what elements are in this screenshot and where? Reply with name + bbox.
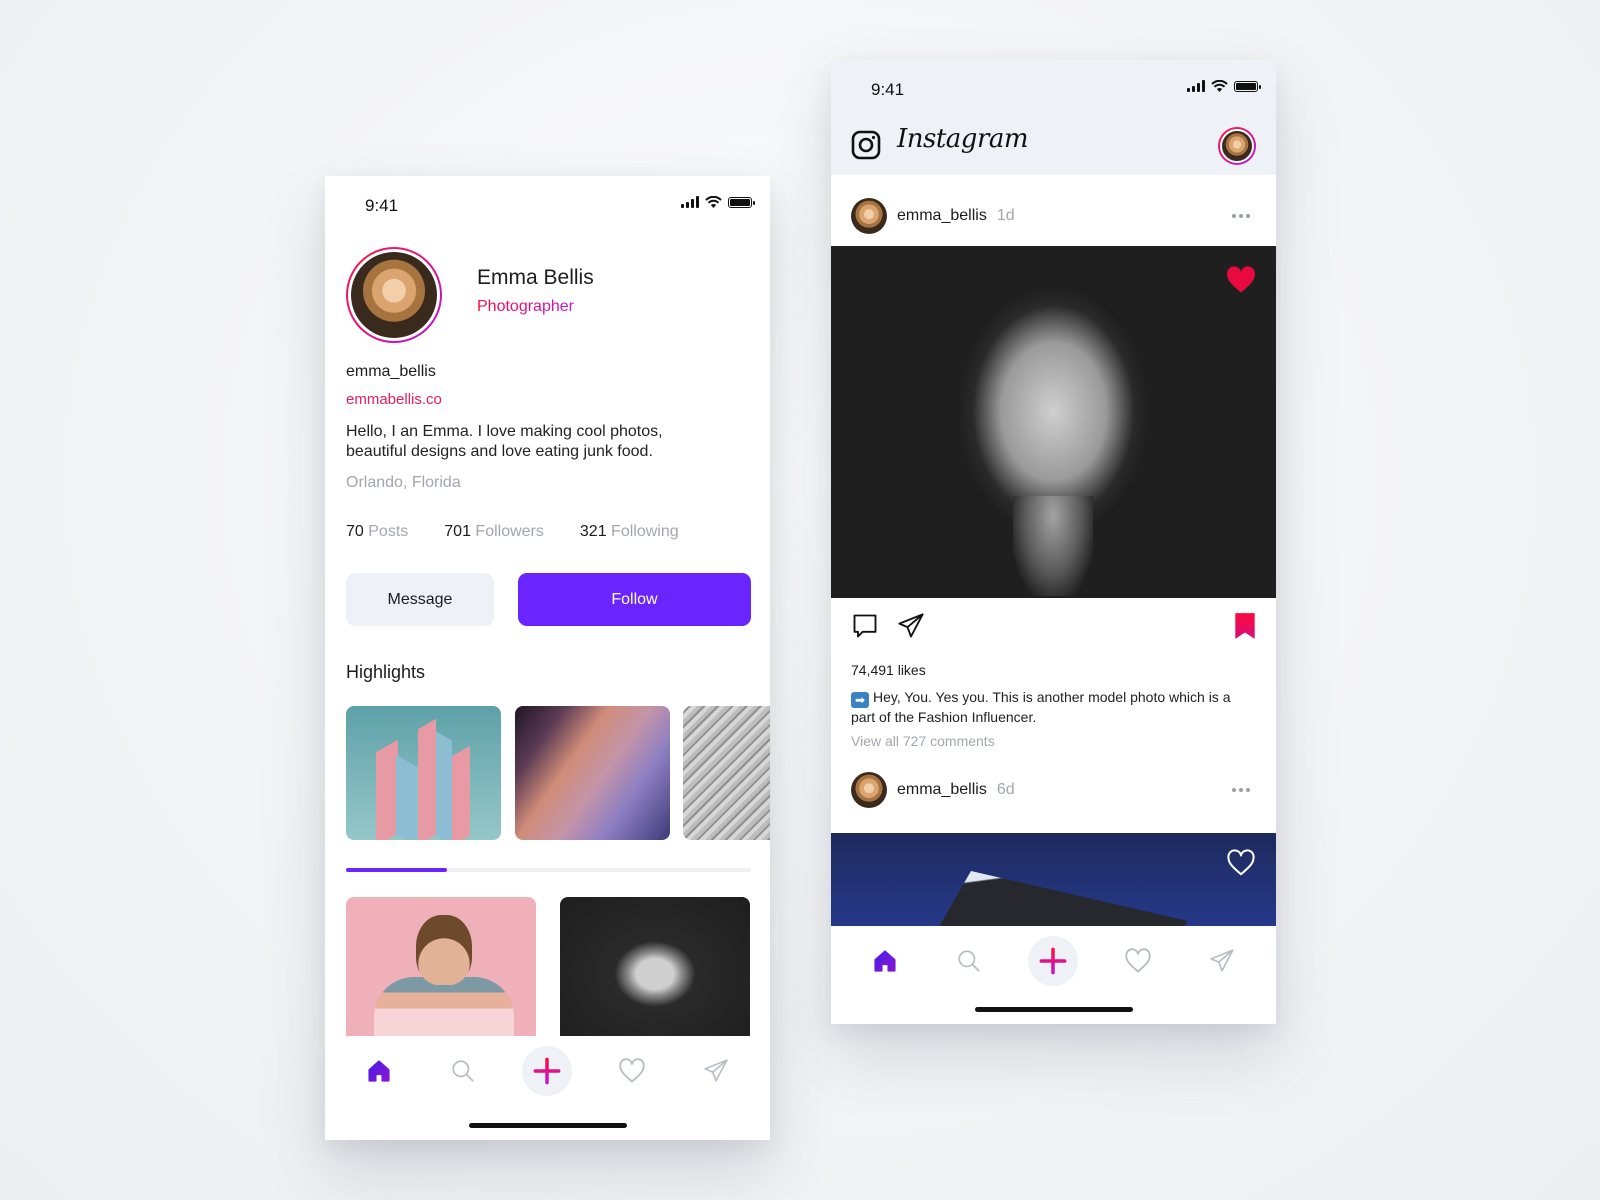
stat-value: 321 xyxy=(579,523,607,540)
highlight-canyon[interactable] xyxy=(515,706,670,840)
post-caption: ➡ Hey, You. Yes you. This is another mode… xyxy=(851,688,1251,727)
bottom-nav xyxy=(831,926,1276,996)
nav-activity[interactable] xyxy=(1113,936,1163,986)
stat-label: Followers xyxy=(475,523,544,540)
comment-icon[interactable] xyxy=(851,612,879,640)
wifi-icon xyxy=(705,196,722,208)
profile-bio: Hello, I an Emma. I love making cool pho… xyxy=(346,423,663,460)
post-image[interactable] xyxy=(831,246,1276,598)
bottom-nav xyxy=(325,1036,770,1106)
nav-add[interactable] xyxy=(522,1046,573,1096)
app-title: Instagram xyxy=(897,124,1029,154)
avatar-photo xyxy=(1220,129,1254,163)
nav-add[interactable] xyxy=(1028,936,1079,986)
post-time: 6d xyxy=(996,781,1015,798)
battery-icon xyxy=(1234,80,1261,92)
send-icon xyxy=(1210,949,1234,972)
plus-icon xyxy=(1040,947,1067,975)
arrow-emoji-icon: ➡ xyxy=(851,692,869,708)
header-avatar[interactable] xyxy=(1218,127,1256,165)
heart-icon xyxy=(618,1058,645,1083)
status-icons xyxy=(681,196,755,208)
more-options-button[interactable] xyxy=(1232,788,1250,792)
nav-search[interactable] xyxy=(944,936,994,986)
home-icon xyxy=(874,950,896,972)
heart-filled-icon[interactable] xyxy=(1226,266,1256,294)
post-image[interactable] xyxy=(831,833,1276,926)
home-indicator xyxy=(468,1123,627,1128)
post-username[interactable]: emma_bellis xyxy=(897,207,987,225)
highlight-waves[interactable] xyxy=(683,706,770,840)
avatar-photo xyxy=(351,252,437,338)
post-actions xyxy=(851,612,925,640)
heart-icon xyxy=(1124,948,1151,973)
nav-direct[interactable] xyxy=(1197,936,1247,986)
post-header: emma_bellis 1d xyxy=(851,198,1015,234)
wifi-icon xyxy=(1211,80,1228,92)
stat-following[interactable]: 321 Following xyxy=(580,523,679,541)
profile-stats: 70 Posts 701 Followers 321 Following xyxy=(346,523,715,541)
status-bar: 9:41 xyxy=(831,60,1276,116)
nav-search[interactable] xyxy=(438,1046,488,1096)
status-icons xyxy=(1187,80,1261,92)
profile-name: Emma Bellis xyxy=(477,266,594,289)
post-username[interactable]: emma_bellis xyxy=(897,781,987,799)
status-time: 9:41 xyxy=(365,196,399,215)
stat-value: 701 xyxy=(444,523,471,540)
caption-text: Hey, You. Yes you. This is another model… xyxy=(851,689,1231,725)
highlight-architecture[interactable] xyxy=(346,706,501,840)
highlights-scroll-thumb[interactable] xyxy=(346,868,448,872)
profile-username: emma_bellis xyxy=(346,363,436,380)
profile-avatar[interactable] xyxy=(346,247,442,343)
heart-outline-icon[interactable] xyxy=(1226,849,1256,877)
profile-location: Orlando, Florida xyxy=(346,474,461,491)
follow-button[interactable]: Follow xyxy=(518,573,751,626)
status-time: 9:41 xyxy=(871,80,905,99)
home-indicator xyxy=(974,1007,1133,1012)
view-comments-link[interactable]: View all 727 comments xyxy=(851,733,995,749)
post-header: emma_bellis 6d xyxy=(851,772,1015,808)
share-icon[interactable] xyxy=(897,612,925,640)
send-icon xyxy=(704,1059,728,1082)
instagram-logo-icon[interactable] xyxy=(851,130,881,160)
nav-home[interactable] xyxy=(860,936,910,986)
website-link[interactable]: emmabellis.co xyxy=(346,391,442,408)
post-avatar[interactable] xyxy=(851,772,887,808)
feed-screen: 9:41 Instagram emma_bellis 1d 74,491 lik… xyxy=(831,60,1276,1024)
message-button[interactable]: Message xyxy=(346,573,494,626)
stat-value: 70 xyxy=(346,523,364,540)
stat-label: Posts xyxy=(368,523,409,540)
search-icon xyxy=(452,1060,474,1082)
status-bar: 9:41 xyxy=(325,176,770,232)
bookmark-filled-icon[interactable] xyxy=(1234,612,1256,640)
profile-screen: 9:41 Emma Bellis Photographer emma_belli… xyxy=(325,176,770,1140)
home-icon xyxy=(368,1060,390,1082)
signal-icon xyxy=(1187,80,1205,92)
likes-count[interactable]: 74,491 likes xyxy=(851,662,926,678)
signal-icon xyxy=(681,196,699,208)
stat-posts[interactable]: 70 Posts xyxy=(346,523,408,541)
profile-role: Photographer xyxy=(477,298,574,315)
nav-direct[interactable] xyxy=(691,1046,741,1096)
stat-label: Following xyxy=(611,523,679,540)
nav-activity[interactable] xyxy=(607,1046,657,1096)
post-avatar[interactable] xyxy=(851,198,887,234)
post-time: 1d xyxy=(996,207,1015,224)
plus-icon xyxy=(534,1057,561,1085)
nav-home[interactable] xyxy=(354,1046,404,1096)
grid-photo-man[interactable] xyxy=(346,897,536,1037)
search-icon xyxy=(958,950,980,972)
grid-photo-portrait[interactable] xyxy=(560,897,750,1037)
highlights-scrollbar[interactable] xyxy=(346,868,751,872)
battery-icon xyxy=(728,196,755,208)
highlights-title: Highlights xyxy=(346,662,426,682)
more-options-button[interactable] xyxy=(1232,214,1250,218)
stat-followers[interactable]: 701 Followers xyxy=(444,523,544,541)
